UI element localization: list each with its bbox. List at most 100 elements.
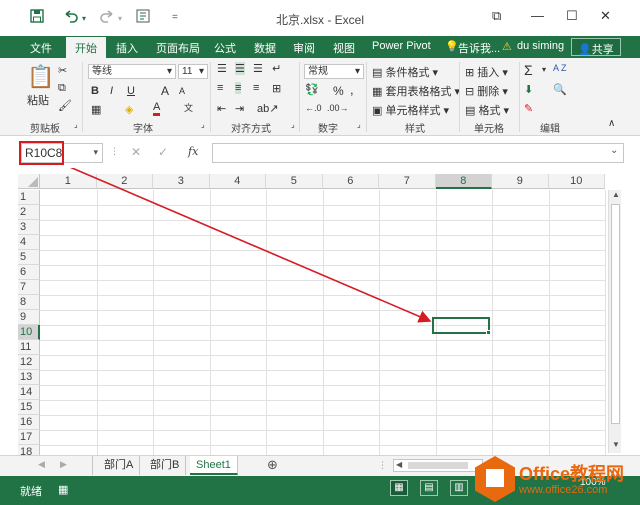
insert-cells-button[interactable]: ⊞ 插入 ▾ [465, 64, 508, 80]
tab-review[interactable]: 审阅 [293, 40, 315, 56]
decrease-indent-icon[interactable]: ⇤ [217, 102, 226, 115]
font-launcher-icon[interactable]: ⌟ [201, 120, 205, 129]
alignment-launcher-icon[interactable]: ⌟ [291, 120, 295, 129]
cancel-icon[interactable]: ✕ [131, 145, 141, 159]
insert-icon: ⊞ [465, 67, 475, 79]
formula-input[interactable] [212, 143, 624, 163]
align-top-icon[interactable]: ☰ [217, 62, 227, 75]
align-middle-icon[interactable]: ☰ [235, 62, 245, 75]
tab-file[interactable]: 文件 [30, 40, 52, 56]
enter-icon[interactable]: ✓ [158, 145, 168, 159]
tab-home[interactable]: 开始 [66, 37, 106, 58]
wrap-text-icon[interactable]: ↵ [272, 62, 281, 75]
align-center-icon[interactable]: ≡ [235, 82, 242, 94]
increase-indent-icon[interactable]: ⇥ [235, 102, 244, 115]
clear-icon[interactable]: ✎ [524, 102, 533, 115]
lightbulb-icon: 💡 [445, 41, 459, 53]
format-as-table-button[interactable]: ▦ 套用表格格式 ▾ [372, 83, 460, 99]
horizontal-scroll-thumb[interactable] [408, 462, 468, 469]
ribbon-tab-bar: 文件 开始 插入 页面布局 公式 数据 审阅 视图 Power Pivot 💡 … [0, 36, 640, 58]
share-button[interactable]: 👤共享 [571, 38, 621, 56]
comma-button[interactable]: , [350, 82, 354, 97]
vertical-scrollbar[interactable]: ▲ ▼ [608, 190, 621, 453]
merge-center-icon[interactable]: ⊞ [272, 82, 281, 95]
horizontal-scrollbar[interactable]: ◀ [393, 459, 483, 472]
orientation-icon[interactable]: ab↗ [257, 102, 278, 115]
format-painter-icon[interactable]: 🖌 [58, 99, 72, 112]
clipboard-launcher-icon[interactable]: ⌟ [74, 120, 78, 129]
phonetic-icon[interactable]: 文 [184, 101, 193, 114]
shrink-font-button[interactable]: A [179, 86, 185, 96]
worksheet-grid[interactable]: 1 2 3 4 5 6 7 8 9 10 1 2 3 4 5 6 7 8 9 10 11 12 13 14 15 16 17 18 … [0, 168, 640, 461]
ribbon-separator [519, 62, 520, 132]
conditional-formatting-button[interactable]: ▤ 条件格式 ▾ [372, 64, 438, 80]
close-button[interactable]: ✕ [600, 8, 611, 24]
percent-button[interactable]: % [333, 84, 344, 98]
macro-recording-icon[interactable]: ▦ [58, 483, 68, 496]
number-format-select[interactable]: 常规 ▾ [304, 64, 364, 79]
cell-styles-button[interactable]: ▣ 单元格样式 ▾ [372, 102, 449, 118]
autosum-button[interactable]: Σ [524, 62, 533, 78]
scroll-left-icon[interactable]: ◀ [396, 460, 402, 469]
delete-cells-button[interactable]: ⊟ 删除 ▾ [465, 83, 508, 99]
scroll-thumb[interactable] [611, 204, 620, 424]
sheet-next-icon[interactable]: ▶ [60, 459, 67, 470]
chevron-down-icon[interactable]: ▾ [542, 65, 546, 74]
align-bottom-icon[interactable]: ☰ [253, 62, 263, 75]
copy-icon[interactable]: ⧉ [58, 82, 66, 95]
maximize-button[interactable]: ☐ [566, 8, 578, 24]
sheet-tab-dept-b[interactable]: 部门B [144, 456, 187, 475]
paste-icon[interactable]: 📋 [27, 64, 54, 90]
font-name-select[interactable]: 等线 ▾ [88, 64, 176, 79]
number-launcher-icon[interactable]: ⌟ [357, 120, 361, 129]
decrease-decimal-icon[interactable]: .00→ [327, 103, 349, 113]
borders-icon[interactable]: ▦ [91, 103, 101, 116]
bold-button[interactable]: B [91, 85, 99, 97]
ribbon: 📋 粘贴 ✂ ⧉ 🖌 剪贴板 ⌟ 等线 ▾ 11 ▾ B I U A A ▦ ◈ A… [0, 58, 640, 136]
fill-color-icon[interactable]: ◈ [125, 103, 133, 116]
find-select-icon[interactable]: 🔍 [553, 83, 567, 96]
paste-label[interactable]: 粘贴 [27, 92, 49, 108]
ribbon-display-options-icon[interactable]: ⧉ [492, 8, 501, 24]
format-cells-button[interactable]: ▤ 格式 ▾ [465, 102, 509, 118]
collapse-ribbon-icon[interactable]: ∧ [608, 118, 615, 129]
minimize-button[interactable]: — [531, 8, 544, 23]
italic-button[interactable]: I [110, 85, 113, 97]
increase-decimal-icon[interactable]: ←.0 [305, 103, 322, 113]
scroll-up-icon[interactable]: ▲ [612, 190, 620, 199]
tab-view[interactable]: 视图 [333, 40, 355, 56]
cell-styles-icon: ▣ [372, 105, 383, 117]
align-left-icon[interactable]: ≡ [217, 82, 223, 94]
chevron-down-icon[interactable]: ▾ [93, 147, 98, 158]
tab-split-grip-icon[interactable]: ⋮ [378, 460, 387, 471]
insert-function-icon[interactable]: fx [188, 145, 198, 158]
grow-font-button[interactable]: A [161, 84, 169, 98]
currency-icon[interactable]: 💱 [305, 83, 319, 96]
align-right-icon[interactable]: ≡ [253, 82, 259, 94]
page-break-preview-icon[interactable]: ▥ [450, 480, 468, 496]
ribbon-separator [82, 62, 83, 132]
tab-power-pivot[interactable]: Power Pivot [372, 40, 431, 52]
sheet-tab-sheet1[interactable]: Sheet1 [190, 456, 238, 475]
format-cells-label: 格式 [478, 105, 501, 117]
tab-insert[interactable]: 插入 [116, 40, 138, 56]
page-layout-view-icon[interactable]: ▤ [420, 480, 438, 496]
tab-data[interactable]: 数据 [254, 40, 276, 56]
tab-formulas[interactable]: 公式 [214, 40, 236, 56]
fill-icon[interactable]: ⬇ [524, 83, 533, 96]
sheet-prev-icon[interactable]: ◀ [38, 459, 45, 470]
sheet-tab-dept-a[interactable]: 部门A [98, 456, 141, 475]
cell-styles-label: 单元格样式 [385, 105, 441, 117]
underline-button[interactable]: U [127, 85, 135, 97]
user-account[interactable]: du siming [517, 40, 564, 52]
new-sheet-icon[interactable]: ⊕ [267, 457, 278, 473]
expand-formula-bar-icon[interactable]: ⌄ [610, 145, 618, 156]
font-color-button[interactable]: A [153, 102, 161, 116]
tell-me-search[interactable]: 告诉我... [458, 40, 500, 56]
cut-icon[interactable]: ✂ [58, 64, 67, 77]
sort-filter-button[interactable]: A Z [553, 63, 567, 73]
scroll-down-icon[interactable]: ▼ [612, 440, 620, 449]
tab-page-layout[interactable]: 页面布局 [156, 40, 200, 56]
font-size-select[interactable]: 11 ▾ [178, 64, 208, 79]
normal-view-icon[interactable]: ▦ [390, 480, 408, 496]
